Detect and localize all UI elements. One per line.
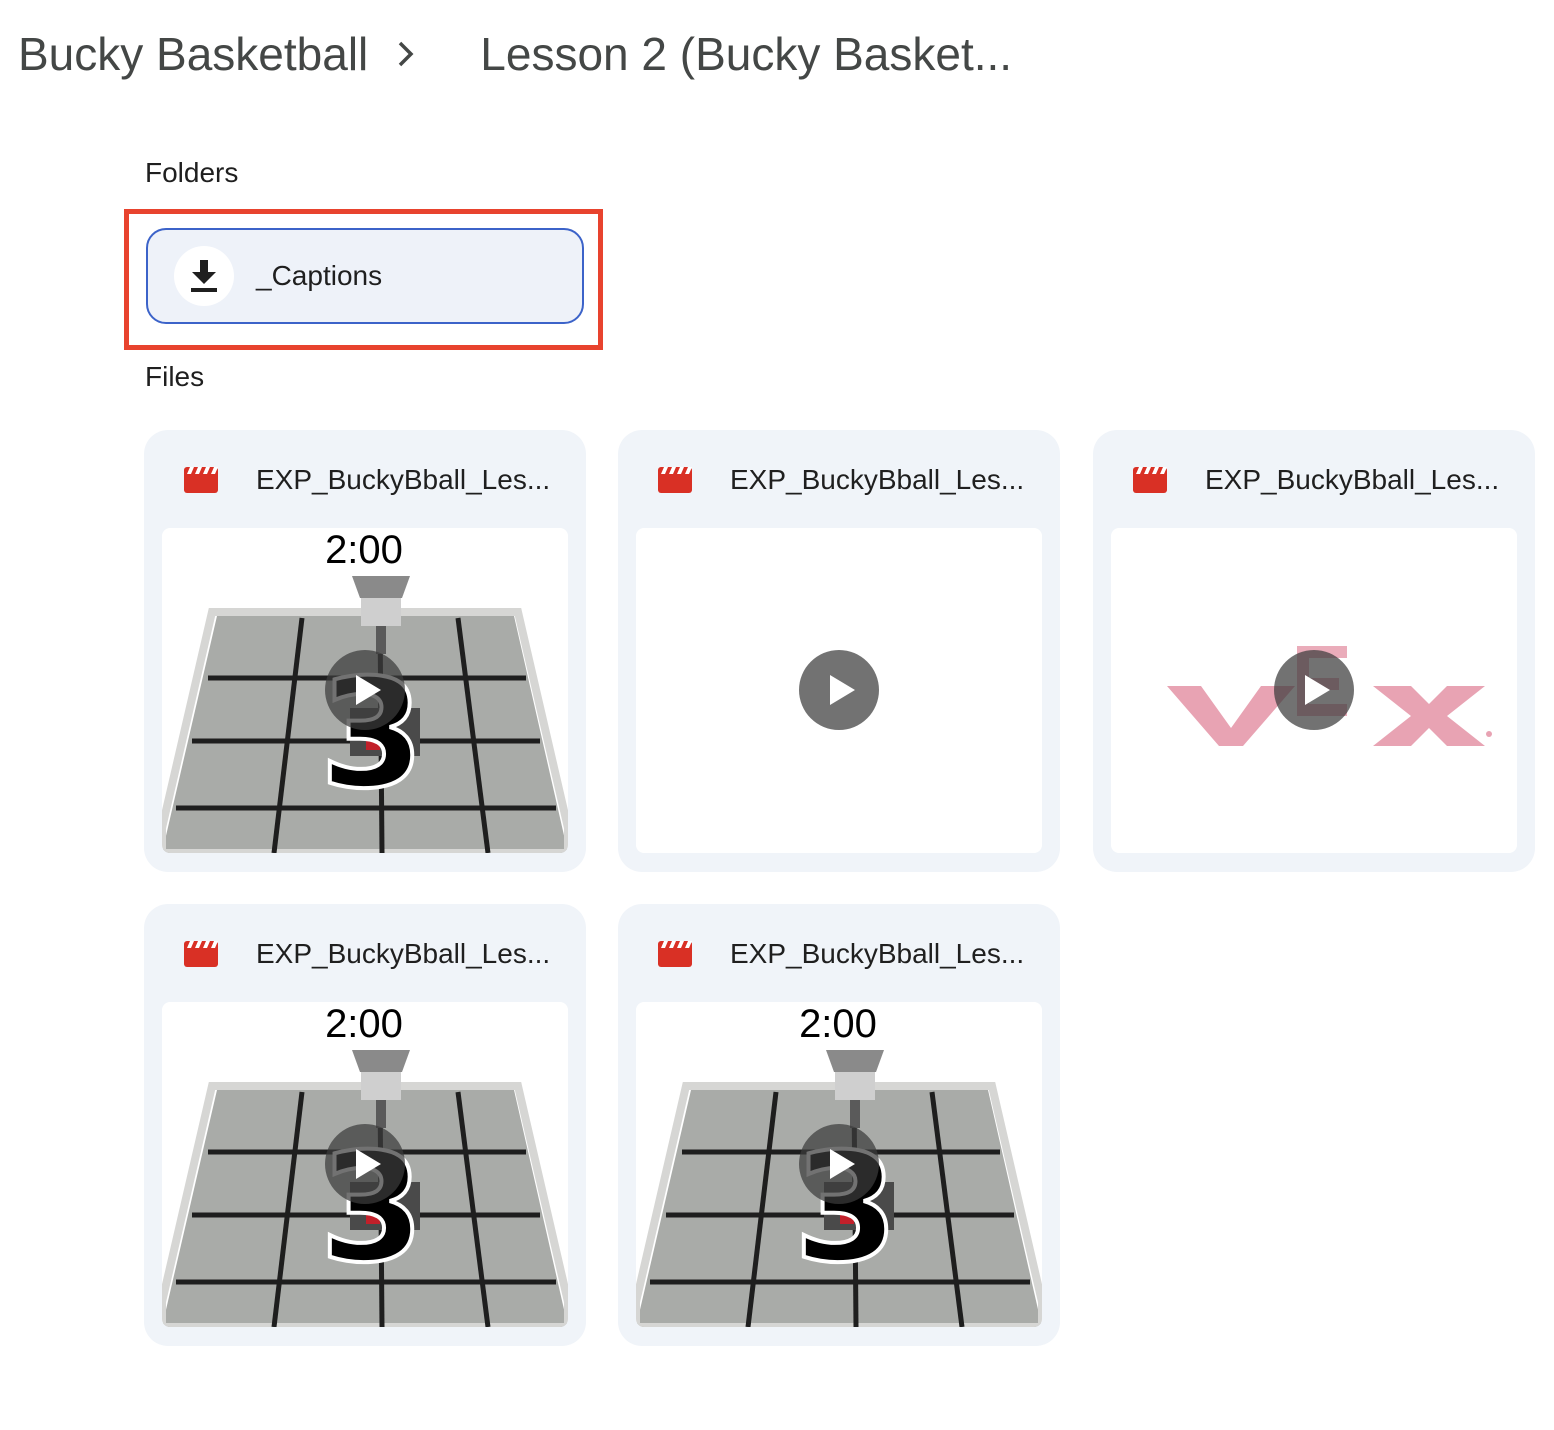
breadcrumb-root[interactable]: Bucky Basketball bbox=[18, 27, 368, 81]
file-name: EXP_BuckyBball_Les... bbox=[256, 938, 551, 969]
video-clapper-icon bbox=[184, 467, 218, 493]
file-header: EXP_BuckyBball_Les... bbox=[658, 460, 1024, 500]
video-thumbnail[interactable] bbox=[636, 528, 1042, 853]
file-name: EXP_BuckyBball_Les... bbox=[256, 464, 551, 495]
breadcrumb-current[interactable]: Lesson 2 (Bucky Basket... bbox=[480, 27, 1012, 81]
video-thumbnail[interactable]: 2:00 bbox=[162, 528, 568, 853]
timer-text: 2:00 bbox=[799, 1002, 877, 1046]
video-thumbnail[interactable]: 2:00 bbox=[636, 1002, 1042, 1327]
file-header: EXP_BuckyBball_Les... bbox=[1133, 460, 1499, 500]
file-card[interactable]: EXP_BuckyBball_Les... 2:00 bbox=[144, 430, 586, 872]
chevron-right-icon bbox=[368, 40, 480, 68]
play-icon[interactable] bbox=[799, 1124, 879, 1204]
video-thumbnail[interactable] bbox=[1111, 528, 1517, 853]
video-clapper-icon bbox=[184, 941, 218, 967]
timer-text: 2:00 bbox=[325, 1002, 403, 1046]
file-card[interactable]: EXP_BuckyBball_Les... bbox=[1093, 430, 1535, 872]
play-icon[interactable] bbox=[1274, 650, 1354, 730]
file-card[interactable]: EXP_BuckyBball_Les... bbox=[618, 430, 1060, 872]
breadcrumb: Bucky Basketball Lesson 2 (Bucky Basket.… bbox=[18, 22, 1012, 86]
play-icon[interactable] bbox=[799, 650, 879, 730]
play-icon[interactable] bbox=[325, 650, 405, 730]
download-icon bbox=[174, 246, 234, 306]
file-card[interactable]: EXP_BuckyBball_Les... 2:00 bbox=[618, 904, 1060, 1346]
video-clapper-icon bbox=[658, 467, 692, 493]
file-name: EXP_BuckyBball_Les... bbox=[730, 464, 1025, 495]
folders-heading: Folders bbox=[145, 157, 239, 188]
file-card[interactable]: EXP_BuckyBball_Les... 2:00 bbox=[144, 904, 586, 1346]
video-clapper-icon bbox=[658, 941, 692, 967]
folder-item-captions[interactable]: _Captions bbox=[146, 228, 584, 324]
file-name: EXP_BuckyBball_Les... bbox=[730, 938, 1025, 969]
file-name: EXP_BuckyBball_Les... bbox=[1205, 464, 1500, 495]
folder-name: _Captions bbox=[256, 260, 383, 291]
file-header: EXP_BuckyBball_Les... bbox=[184, 934, 550, 974]
video-thumbnail[interactable]: 2:00 bbox=[162, 1002, 568, 1327]
video-clapper-icon bbox=[1133, 467, 1167, 493]
files-heading: Files bbox=[145, 361, 205, 392]
file-header: EXP_BuckyBball_Les... bbox=[184, 460, 550, 500]
play-icon[interactable] bbox=[325, 1124, 405, 1204]
file-header: EXP_BuckyBball_Les... bbox=[658, 934, 1024, 974]
timer-text: 2:00 bbox=[325, 528, 403, 572]
